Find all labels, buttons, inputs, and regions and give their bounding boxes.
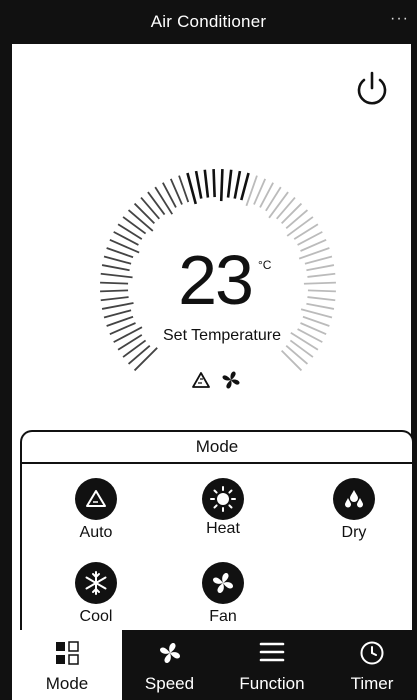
dial-tick: [154, 186, 174, 215]
sun-icon: [202, 478, 244, 520]
more-options-icon[interactable]: ···: [390, 10, 409, 28]
fan-icon: [159, 643, 180, 663]
dial-tick: [194, 170, 203, 199]
status-icons: [192, 371, 240, 389]
set-temperature-label: Set Temperature: [163, 327, 281, 344]
mode-fan-label: Fan: [209, 608, 237, 625]
mode-panel-title: Mode: [22, 432, 412, 464]
dial-tick: [147, 191, 166, 216]
dial-tick: [103, 255, 132, 265]
dial-tick: [226, 169, 233, 198]
mode-fan-button[interactable]: Fan: [185, 562, 261, 626]
tab-timer-label: Timer: [350, 674, 394, 693]
tab-mode-label: Mode: [45, 674, 89, 693]
dial-tick: [133, 347, 158, 372]
mode-heat-label: Heat: [206, 520, 240, 537]
dial-tick: [203, 169, 210, 198]
clock-icon: [360, 641, 384, 665]
tab-speed[interactable]: Speed: [122, 630, 217, 700]
auto-mode-status-icon: [192, 372, 210, 388]
dial-tick: [240, 172, 250, 201]
dial-tick: [127, 345, 151, 365]
dial-tick: [307, 289, 336, 293]
auto-triangle-icon: [75, 478, 117, 520]
dial-tick: [100, 272, 133, 279]
dial-tick: [306, 302, 335, 310]
mode-cool-label: Cool: [79, 608, 113, 625]
dial-tick: [281, 350, 303, 372]
dial-tick: [303, 281, 336, 285]
dial-tick: [281, 202, 303, 224]
mode-auto-label: Auto: [79, 524, 113, 541]
title-bar: Air Conditioner ···: [0, 0, 417, 44]
dial-tick: [212, 169, 216, 198]
mode-grid-icon: [56, 641, 79, 665]
dial-tick: [122, 216, 147, 235]
temperature-unit: °C: [258, 258, 272, 272]
dial-tick: [286, 216, 314, 237]
dial-tick: [178, 175, 190, 203]
fan-icon: [202, 562, 244, 604]
menu-icon: [259, 642, 285, 662]
tab-speed-label: Speed: [144, 674, 195, 693]
mode-dry-label: Dry: [341, 524, 367, 541]
app-title: Air Conditioner: [150, 12, 267, 31]
droplets-icon: [333, 478, 375, 520]
dial-tick: [106, 315, 134, 327]
dial-tick: [127, 209, 154, 232]
dial-tick: [140, 196, 160, 220]
mode-heat-button[interactable]: Heat: [185, 478, 261, 538]
dial-tick: [219, 169, 224, 202]
dial-tick: [306, 264, 335, 272]
dial-tick: [100, 281, 129, 285]
dial-tick: [133, 202, 155, 224]
dial-tick: [276, 196, 296, 220]
dial-tick: [307, 296, 336, 302]
dial-tick: [307, 272, 336, 278]
dial-tick: [302, 315, 330, 327]
dial-tick: [103, 309, 132, 319]
dial-tick: [233, 170, 242, 199]
dial-tick: [106, 247, 134, 259]
dial-tick: [285, 209, 309, 229]
tab-mode[interactable]: Mode: [12, 630, 122, 700]
power-icon[interactable]: [354, 68, 390, 108]
tab-timer[interactable]: Timer: [327, 630, 417, 700]
mode-cool-button[interactable]: Cool: [58, 562, 134, 626]
dial-tick: [268, 191, 289, 219]
dial-tick: [100, 296, 129, 302]
set-temperature-value: 23: [178, 241, 254, 319]
mode-dry-button[interactable]: Dry: [316, 478, 392, 542]
snowflake-icon: [75, 562, 117, 604]
tab-function-label: Function: [239, 674, 305, 693]
dial-tick: [186, 172, 197, 205]
tab-function[interactable]: Function: [217, 630, 327, 700]
dial-tick: [285, 345, 309, 365]
dial-tick: [300, 308, 333, 319]
dial-tick: [101, 264, 130, 272]
dial-tick: [304, 255, 333, 265]
dial-tick: [100, 289, 129, 293]
mode-auto-button[interactable]: Auto: [58, 478, 134, 542]
fan-status-icon: [222, 371, 240, 389]
dial-tick: [101, 302, 134, 310]
